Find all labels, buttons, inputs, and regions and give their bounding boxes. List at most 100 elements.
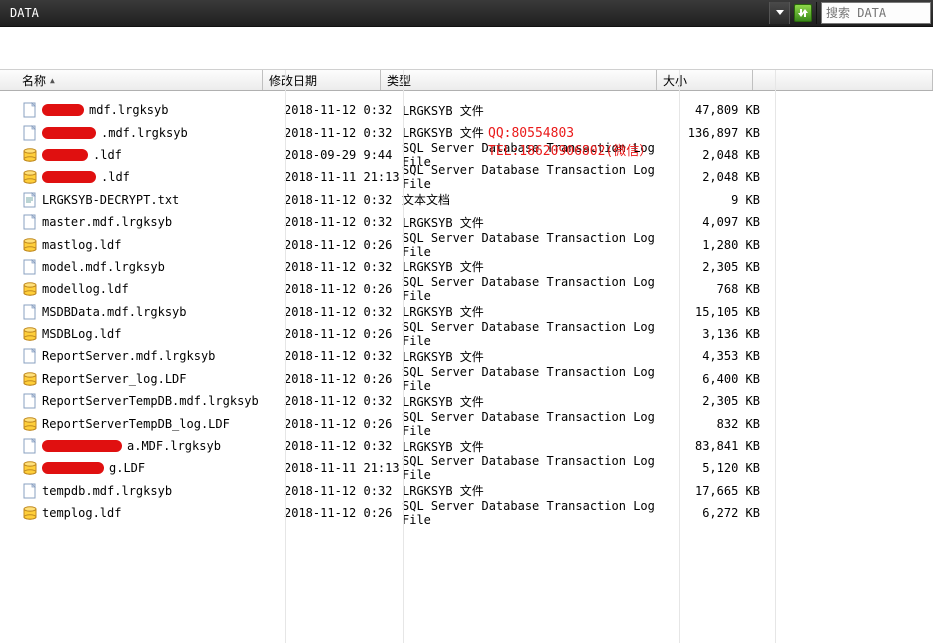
db-file-icon: [22, 326, 38, 342]
search-input[interactable]: [826, 6, 930, 20]
file-name-label: g.LDF: [109, 461, 145, 475]
file-size-cell: 6,272 KB: [678, 506, 774, 520]
file-size-cell: 47,809 KB: [678, 103, 774, 117]
redacted-segment: [42, 440, 122, 452]
file-size-cell: 136,897 KB: [678, 126, 774, 140]
file-row[interactable]: ReportServer_log.LDF 2018-11-12 0:26SQL S…: [0, 368, 933, 390]
page-file-icon: [22, 125, 38, 141]
file-type-cell: LRGKSYB 文件: [402, 124, 678, 141]
file-name-cell: mdf.lrgksyb: [22, 102, 284, 118]
file-name-label: ReportServer_log.LDF: [42, 372, 187, 386]
column-headers: 名称 ▲ 修改日期 类型 大小: [0, 69, 933, 91]
page-file-icon: [22, 214, 38, 230]
file-date-cell: 2018-11-12 0:32: [284, 394, 402, 408]
redacted-segment: [42, 149, 88, 161]
breadcrumb[interactable]: DATA: [0, 6, 769, 20]
file-type-cell: SQL Server Database Transaction Log File: [402, 320, 678, 348]
file-size-cell: 3,136 KB: [678, 327, 774, 341]
file-row[interactable]: ReportServerTempDB_log.LDF2018-11-12 0:2…: [0, 412, 933, 434]
file-size-cell: 2,305 KB: [678, 260, 774, 274]
file-size-cell: 2,048 KB: [678, 148, 774, 162]
file-name-cell: a.MDF.lrgksyb: [22, 438, 284, 454]
db-file-icon: [22, 371, 38, 387]
file-size-cell: 9 KB: [678, 193, 774, 207]
file-name-label: model.mdf.lrgksyb: [42, 260, 165, 274]
file-date-cell: 2018-11-12 0:32: [284, 126, 402, 140]
file-name-cell: MSDBData.mdf.lrgksyb: [22, 304, 284, 320]
page-file-icon: [22, 259, 38, 275]
file-row[interactable]: LRGKSYB-DECRYPT.txt 2018-11-12 0:32文本文档9 …: [0, 189, 933, 211]
column-divider: [775, 70, 776, 643]
search-box[interactable]: [821, 2, 931, 24]
column-header-size[interactable]: 大小: [657, 70, 753, 90]
page-file-icon: [22, 102, 38, 118]
file-type-cell: SQL Server Database Transaction Log File: [402, 275, 678, 303]
file-type-cell: LRGKSYB 文件: [402, 482, 678, 499]
file-row[interactable]: .ldf2018-11-11 21:13SQL Server Database …: [0, 166, 933, 188]
file-type-cell: LRGKSYB 文件: [402, 258, 678, 275]
file-name-label: MSDBData.mdf.lrgksyb: [42, 305, 187, 319]
file-size-cell: 4,353 KB: [678, 349, 774, 363]
file-name-cell: model.mdf.lrgksyb: [22, 259, 284, 275]
file-date-cell: 2018-11-11 21:13: [284, 170, 402, 184]
file-name-cell: templog.ldf: [22, 505, 284, 521]
file-date-cell: 2018-11-12 0:32: [284, 193, 402, 207]
address-toolbar: DATA: [0, 0, 933, 27]
column-header-type[interactable]: 类型: [381, 70, 657, 90]
refresh-button[interactable]: [789, 2, 817, 24]
file-type-cell: SQL Server Database Transaction Log File: [402, 231, 678, 259]
file-row[interactable]: MSDBLog.ldf2018-11-12 0:26SQL Server Dat…: [0, 323, 933, 345]
file-date-cell: 2018-11-12 0:26: [284, 372, 402, 386]
file-type-cell: 文本文档: [402, 191, 678, 208]
file-name-label: LRGKSYB-DECRYPT.txt: [42, 193, 179, 207]
file-date-cell: 2018-11-12 0:26: [284, 282, 402, 296]
file-row[interactable]: mastlog.ldf2018-11-12 0:26SQL Server Dat…: [0, 233, 933, 255]
page-file-icon: [22, 438, 38, 454]
file-date-cell: 2018-09-29 9:44: [284, 148, 402, 162]
file-date-cell: 2018-11-12 0:32: [284, 484, 402, 498]
file-size-cell: 15,105 KB: [678, 305, 774, 319]
file-type-cell: SQL Server Database Transaction Log File: [402, 410, 678, 438]
file-type-cell: LRGKSYB 文件: [402, 438, 678, 455]
file-name-cell: mastlog.ldf: [22, 237, 284, 253]
file-size-cell: 17,665 KB: [678, 484, 774, 498]
column-divider: [285, 70, 286, 643]
file-name-cell: MSDBLog.ldf: [22, 326, 284, 342]
file-name-cell: .ldf: [22, 147, 284, 163]
column-header-extra[interactable]: [753, 70, 933, 90]
toolbar-spacer: [0, 27, 933, 69]
file-name-cell: .ldf: [22, 169, 284, 185]
file-name-cell: g.LDF: [22, 460, 284, 476]
sort-asc-icon: ▲: [50, 76, 55, 85]
file-type-cell: LRGKSYB 文件: [402, 102, 678, 119]
column-divider: [403, 70, 404, 643]
page-file-icon: [22, 304, 38, 320]
column-header-date[interactable]: 修改日期: [263, 70, 381, 90]
file-date-cell: 2018-11-12 0:32: [284, 215, 402, 229]
refresh-icon: [794, 4, 812, 22]
file-row[interactable]: templog.ldf2018-11-12 0:26SQL Server Dat…: [0, 502, 933, 524]
db-file-icon: [22, 281, 38, 297]
file-list: mdf.lrgksyb2018-11-12 0:32LRGKSYB 文件47,8…: [0, 91, 933, 524]
file-name-cell: ReportServer_log.LDF: [22, 371, 284, 387]
file-row[interactable]: mdf.lrgksyb2018-11-12 0:32LRGKSYB 文件47,8…: [0, 99, 933, 121]
column-header-name[interactable]: 名称 ▲: [0, 70, 263, 90]
file-date-cell: 2018-11-12 0:26: [284, 327, 402, 341]
file-name-label: .ldf: [101, 170, 130, 184]
file-type-cell: LRGKSYB 文件: [402, 348, 678, 365]
file-name-label: ReportServerTempDB_log.LDF: [42, 417, 230, 431]
db-file-icon: [22, 237, 38, 253]
file-type-cell: SQL Server Database Transaction Log File: [402, 365, 678, 393]
history-dropdown-button[interactable]: [769, 2, 789, 24]
file-row[interactable]: g.LDF2018-11-11 21:13SQL Server Database…: [0, 457, 933, 479]
file-name-label: modellog.ldf: [42, 282, 129, 296]
file-name-cell: ReportServer.mdf.lrgksyb: [22, 348, 284, 364]
file-size-cell: 768 KB: [678, 282, 774, 296]
file-size-cell: 5,120 KB: [678, 461, 774, 475]
redacted-segment: [42, 104, 84, 116]
file-row[interactable]: modellog.ldf 2018-11-12 0:26SQL Server Da…: [0, 278, 933, 300]
txt-file-icon: [22, 192, 38, 208]
db-file-icon: [22, 169, 38, 185]
page-file-icon: [22, 348, 38, 364]
file-name-label: templog.ldf: [42, 506, 121, 520]
